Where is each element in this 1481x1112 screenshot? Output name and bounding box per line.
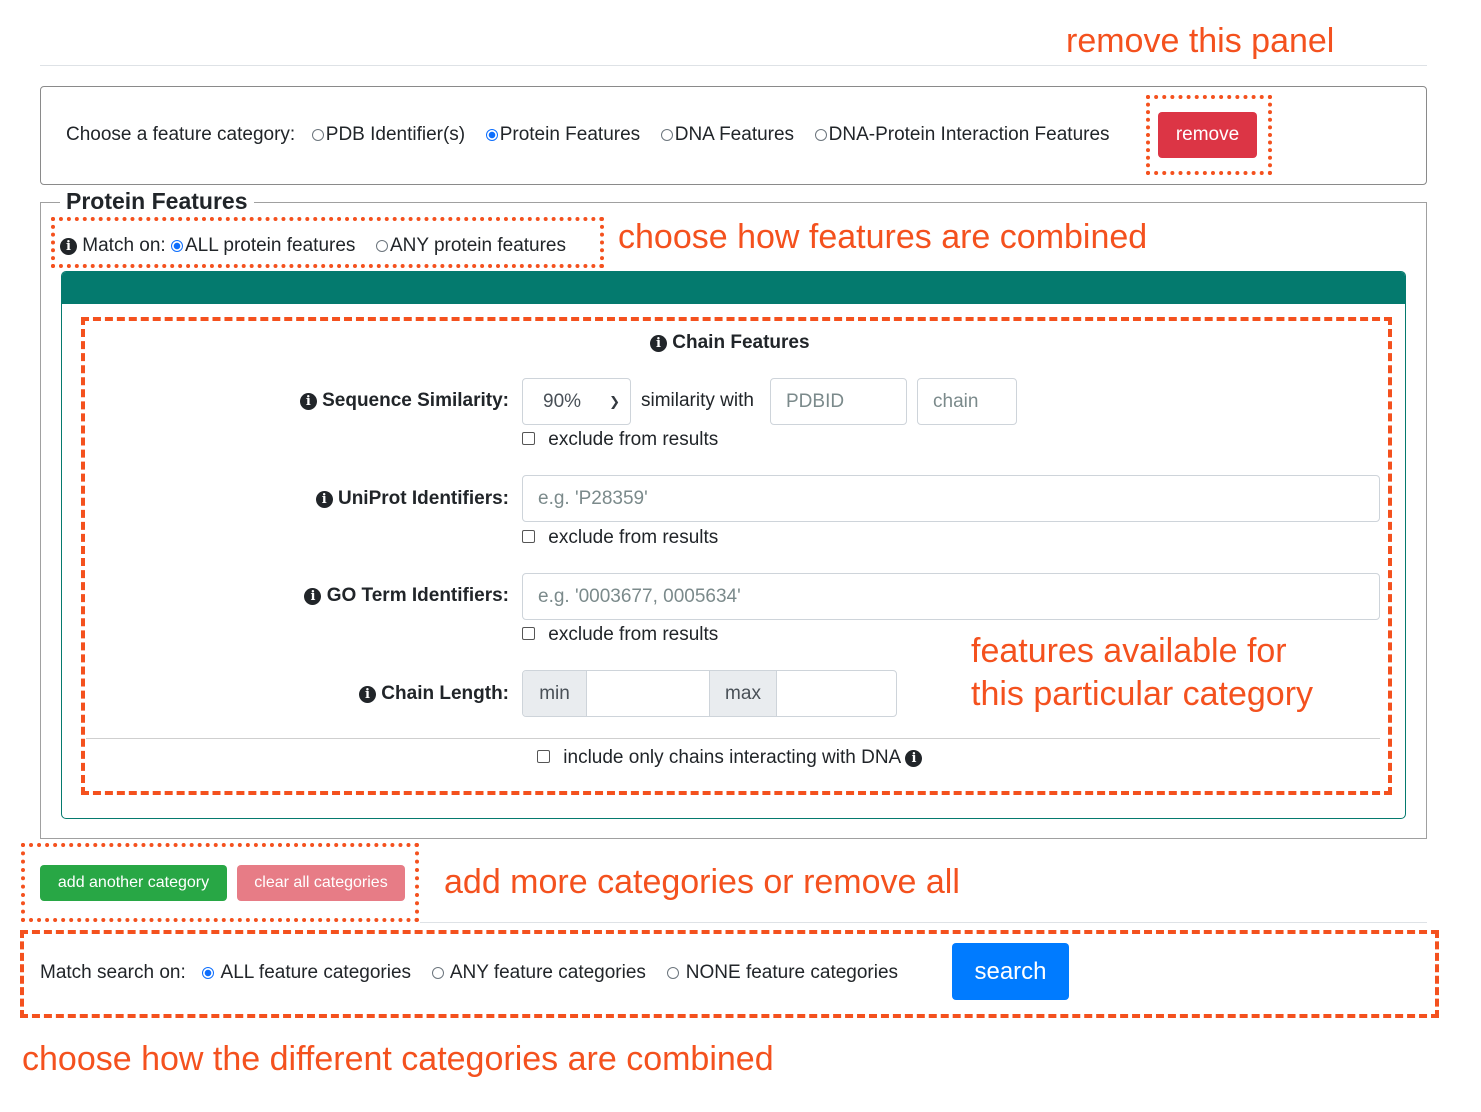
- uniprot-label: i UniProt Identifiers:: [315, 488, 509, 510]
- annotation-add-more: add more categories or remove all: [444, 863, 960, 901]
- annotation-features-available-1: features available for: [971, 632, 1287, 670]
- highlight-actions: [21, 843, 419, 922]
- pdbid-input[interactable]: PDBID: [770, 378, 907, 425]
- category-prompt: Choose a feature category:: [66, 124, 296, 145]
- max-addon: max: [710, 671, 777, 716]
- highlight-remove: [1146, 95, 1272, 175]
- info-icon[interactable]: i: [905, 750, 923, 767]
- exclude-similarity[interactable]: exclude from results: [522, 429, 718, 451]
- go-term-input[interactable]: e.g. '0003677, 0005634': [522, 573, 1380, 620]
- chain-length-group: min max: [522, 670, 897, 717]
- info-icon[interactable]: i: [299, 393, 317, 410]
- info-icon[interactable]: i: [650, 335, 667, 352]
- chain-features-title: i Chain Features: [650, 332, 810, 354]
- chain-input[interactable]: chain: [917, 378, 1017, 425]
- highlight-search-bar: [20, 930, 1439, 1018]
- category-option-protein[interactable]: Protein Features: [485, 124, 640, 145]
- exclude-go-term-checkbox[interactable]: [522, 627, 535, 640]
- radio-protein[interactable]: [485, 129, 498, 141]
- radio-pdb[interactable]: [311, 129, 324, 141]
- go-term-label: i GO Term Identifiers:: [304, 585, 509, 607]
- exclude-uniprot-checkbox[interactable]: [522, 530, 535, 543]
- chevron-down-icon: ❯: [609, 393, 620, 409]
- info-icon[interactable]: i: [359, 686, 377, 703]
- dna-interacting-checkbox[interactable]: [537, 750, 550, 763]
- protein-features-legend: Protein Features: [60, 188, 254, 215]
- highlight-match-on: [51, 217, 604, 268]
- info-icon[interactable]: i: [315, 491, 333, 508]
- annotation-remove-panel: remove this panel: [1066, 22, 1335, 60]
- sequence-similarity-label: i Sequence Similarity:: [299, 390, 509, 412]
- card-header: [62, 272, 1405, 304]
- radio-dna-protein[interactable]: [814, 129, 827, 141]
- info-icon[interactable]: i: [304, 588, 322, 605]
- category-chooser-row: Choose a feature category: PDB Identifie…: [66, 124, 1110, 146]
- chain-length-label: i Chain Length:: [359, 683, 509, 705]
- min-addon: min: [523, 671, 587, 716]
- uniprot-input[interactable]: e.g. 'P28359': [522, 475, 1380, 522]
- max-input[interactable]: [777, 671, 896, 716]
- similarity-select[interactable]: 90% ❯: [522, 378, 631, 425]
- bottom-divider: [420, 922, 1427, 923]
- annotation-features-available-2: this particular category: [971, 675, 1314, 713]
- radio-dna[interactable]: [660, 129, 673, 141]
- exclude-go-term[interactable]: exclude from results: [522, 624, 718, 646]
- card-divider: [86, 738, 1380, 739]
- top-divider: [40, 65, 1427, 66]
- category-option-pdb[interactable]: PDB Identifier(s): [311, 124, 465, 145]
- exclude-similarity-checkbox[interactable]: [522, 432, 535, 445]
- min-input[interactable]: [587, 671, 710, 716]
- highlight-features: [81, 317, 1392, 795]
- category-option-dna-protein[interactable]: DNA-Protein Interaction Features: [814, 124, 1110, 145]
- category-option-dna[interactable]: DNA Features: [660, 124, 794, 145]
- annotation-combine-categories: choose how the different categories are …: [22, 1040, 774, 1078]
- annotation-combine-features: choose how features are combined: [618, 218, 1148, 256]
- similarity-with-text: similarity with: [641, 390, 754, 411]
- dna-interacting-option[interactable]: include only chains interacting with DNA…: [537, 747, 923, 769]
- exclude-uniprot[interactable]: exclude from results: [522, 527, 718, 549]
